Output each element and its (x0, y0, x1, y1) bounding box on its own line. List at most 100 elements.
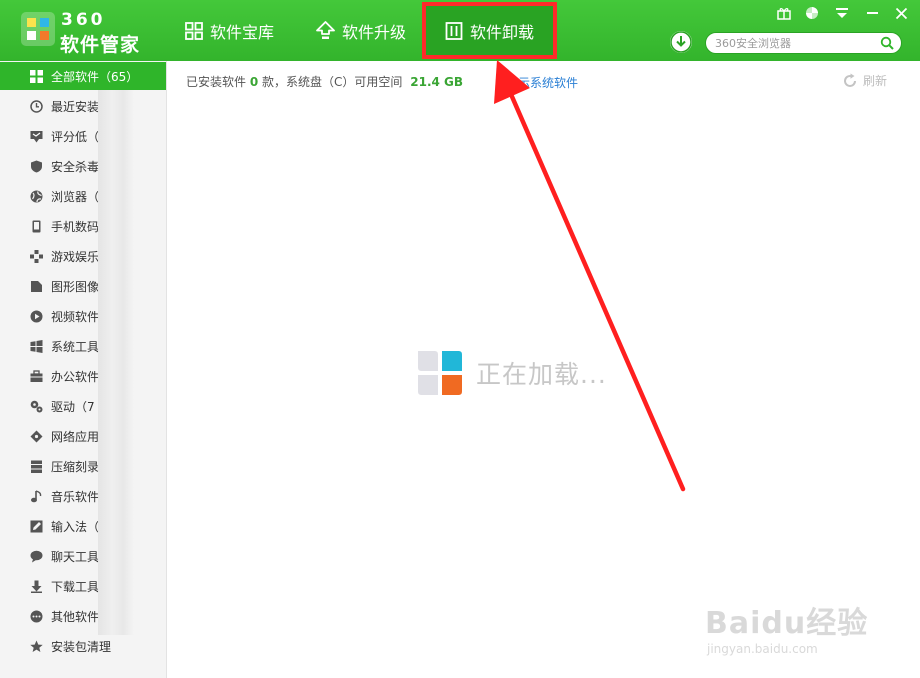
sidebar-item-label: 视频软件 (51, 309, 100, 324)
gift-icon (777, 7, 791, 20)
play-icon (29, 309, 43, 323)
grid-icon (29, 69, 43, 83)
tab-software-upgrade[interactable]: 软件升级 (316, 0, 406, 61)
skin-button[interactable] (802, 5, 822, 21)
sidebar-item-download-tools[interactable]: 下载工具 (0, 572, 166, 600)
sidebar-item-label: 聊天工具 (51, 549, 100, 564)
category-sidebar: 全部软件（65） 最近安装 评分低（ 安全杀毒 浏览器（ 手机数码 游戏娱乐 图… (0, 61, 167, 678)
sidebar-item-label: 最近安装 (51, 99, 100, 114)
installed-count: 0 (249, 75, 259, 89)
clock-icon (29, 99, 43, 113)
sidebar-item-package-cleanup[interactable]: 安装包清理 (0, 632, 166, 660)
sidebar-item-label: 浏览器（ (51, 189, 100, 204)
download-manager-button[interactable] (670, 31, 692, 53)
pixelated-counts-overlay (98, 90, 134, 635)
sidebar-item-label: 图形图像 (51, 279, 100, 294)
pencil-icon (29, 519, 43, 533)
tab-software-uninstall[interactable]: 软件卸载 (422, 2, 557, 59)
sidebar-item-label: 其他软件 (51, 609, 100, 624)
trash-icon (445, 21, 463, 40)
shield-icon (29, 159, 43, 173)
tab-software-store[interactable]: 软件宝库 (185, 0, 274, 61)
windows-icon (29, 339, 43, 353)
chat-bubble-icon (29, 549, 43, 563)
download-arrow-icon (29, 579, 43, 593)
logo-number: 360 (61, 10, 106, 30)
tab-label: 软件宝库 (210, 22, 275, 42)
briefcase-icon (29, 369, 43, 383)
globe-icon (29, 189, 43, 203)
sidebar-item-games[interactable]: 游戏娱乐 (0, 242, 166, 270)
close-icon (895, 7, 907, 19)
sidebar-item-label: 压缩刻录 (51, 459, 100, 474)
gears-icon (29, 399, 43, 413)
watermark-main: Baidu经验 (705, 606, 869, 641)
archive-icon (29, 459, 43, 473)
loading-logo-icon (418, 351, 462, 395)
sidebar-item-label: 驱动（7 (51, 399, 95, 414)
search-box (705, 32, 902, 54)
sidebar-item-other[interactable]: 其他软件 (0, 602, 166, 630)
phone-icon (29, 219, 43, 233)
sidebar-item-graphics[interactable]: 图形图像 (0, 272, 166, 300)
sidebar-item-office[interactable]: 办公软件 (0, 362, 166, 390)
app-logo: 360 软件管家 (17, 8, 167, 56)
install-summary: 已安装软件 0 款，系统盘（C）可用空间 21.4 GB (186, 73, 463, 90)
download-arrow-icon (670, 31, 692, 53)
sidebar-item-mobile[interactable]: 手机数码 (0, 212, 166, 240)
star-icon (29, 639, 43, 653)
sidebar-item-label: 下载工具 (51, 579, 100, 594)
close-button[interactable] (891, 5, 911, 21)
show-system-software-link[interactable]: 显示系统软件 (506, 74, 578, 91)
refresh-label: 刷新 (863, 74, 888, 88)
sidebar-item-chat[interactable]: 聊天工具 (0, 542, 166, 570)
baidu-watermark: Baidu经验 jingyan.baidu.com (705, 598, 868, 656)
pinwheel-icon (806, 7, 818, 19)
search-input[interactable] (715, 35, 875, 51)
gamepad-icon (29, 249, 43, 263)
sidebar-item-browser[interactable]: 浏览器（ (0, 182, 166, 210)
sidebar-item-label: 评分低（ (51, 129, 100, 144)
grid-icon (185, 21, 203, 40)
sidebar-item-label: 音乐软件 (51, 489, 100, 504)
upgrade-arrow-icon (316, 20, 335, 39)
sidebar-item-drivers[interactable]: 驱动（7 (0, 392, 166, 420)
logo-name: 软件管家 (60, 34, 141, 56)
gift-button[interactable] (774, 5, 794, 21)
installed-label: 已安装软件 (186, 75, 247, 89)
sidebar-item-all-software[interactable]: 全部软件（65） (0, 62, 166, 90)
sidebar-item-low-rating[interactable]: 评分低（ (0, 122, 166, 150)
sidebar-item-recent[interactable]: 最近安装 (0, 92, 166, 120)
disk-space-label: 款，系统盘（C）可用空间 (262, 75, 403, 89)
network-icon (29, 429, 43, 443)
sidebar-item-label: 网络应用 (51, 429, 100, 444)
sidebar-item-label: 手机数码 (51, 219, 100, 234)
logo-mark-icon (21, 12, 55, 46)
watermark-url: jingyan.baidu.com (707, 642, 818, 656)
loading-text: 正在加载... (476, 360, 607, 389)
search-icon[interactable] (880, 36, 894, 50)
menu-button[interactable] (832, 5, 852, 21)
tab-label: 软件升级 (342, 22, 407, 42)
sidebar-item-label: 安全杀毒 (51, 159, 100, 174)
sidebar-item-label: 安装包清理 (51, 639, 112, 654)
sidebar-item-network[interactable]: 网络应用 (0, 422, 166, 450)
free-space-value: 21.4 GB (410, 75, 464, 89)
music-note-icon (29, 489, 43, 503)
sidebar-item-input-method[interactable]: 输入法（ (0, 512, 166, 540)
tab-label: 软件卸载 (469, 22, 534, 42)
sidebar-item-label: 系统工具 (51, 339, 100, 354)
minimize-icon (866, 12, 878, 14)
sidebar-item-compression[interactable]: 压缩刻录 (0, 452, 166, 480)
minimize-button[interactable] (862, 5, 882, 21)
sidebar-item-music[interactable]: 音乐软件 (0, 482, 166, 510)
more-dots-icon (29, 609, 43, 623)
sidebar-item-security[interactable]: 安全杀毒 (0, 152, 166, 180)
sidebar-item-label: 输入法（ (51, 519, 100, 534)
refresh-button[interactable]: 刷新 (842, 72, 887, 89)
sidebar-item-video[interactable]: 视频软件 (0, 302, 166, 330)
refresh-icon (844, 73, 856, 87)
thumbs-down-icon (29, 129, 43, 143)
sidebar-item-label: 办公软件 (51, 369, 100, 384)
sidebar-item-system-tools[interactable]: 系统工具 (0, 332, 166, 360)
